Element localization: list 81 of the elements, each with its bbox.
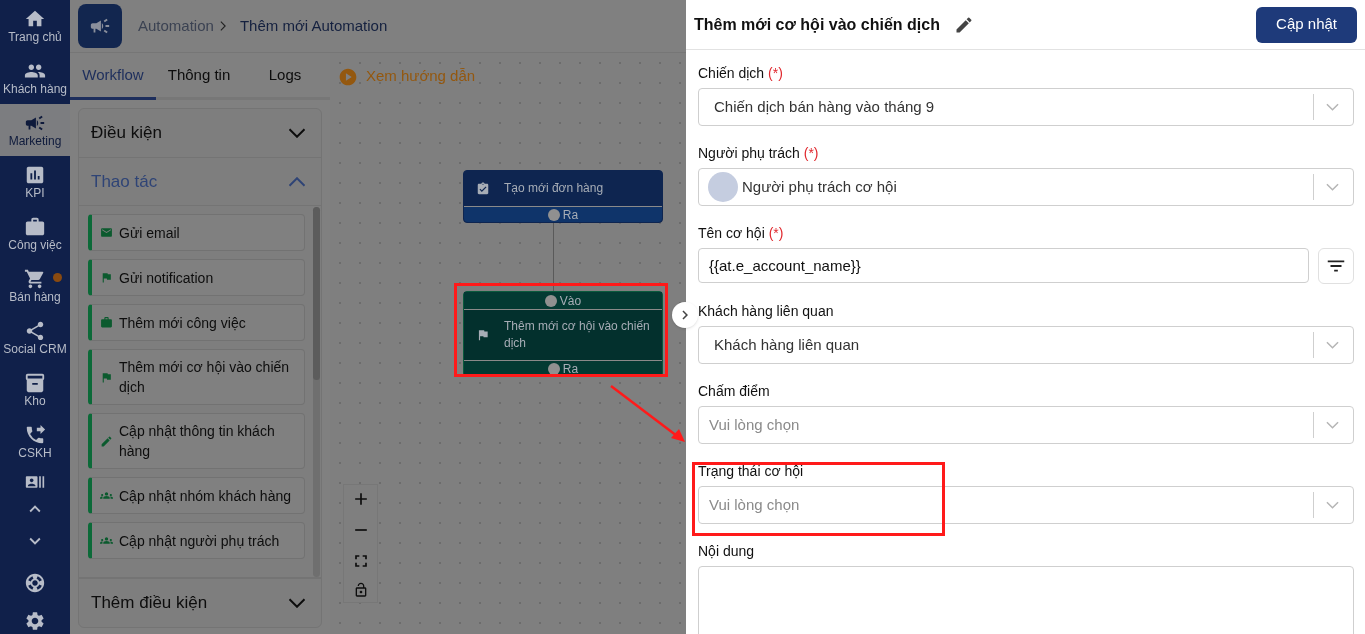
clipboard-check-icon bbox=[476, 181, 490, 196]
mail-icon bbox=[100, 226, 113, 239]
tab[interactable]: Workflow bbox=[70, 53, 156, 100]
tab[interactable]: Thông tin bbox=[156, 53, 242, 100]
select-field[interactable]: Chiến dịch bán hàng vào tháng 9 bbox=[698, 88, 1354, 127]
flag-icon bbox=[476, 328, 490, 342]
field-label: Người phụ trách (*) bbox=[698, 144, 819, 163]
select-field[interactable]: Khách hàng liên quan bbox=[698, 326, 1354, 365]
text-field[interactable]: {{at.e_account_name}} bbox=[698, 248, 1309, 284]
node-title: Thêm mới cơ hội vào chiến dịch bbox=[504, 318, 650, 352]
share-icon bbox=[24, 320, 46, 342]
sidebar-item[interactable]: Trang chủ bbox=[0, 0, 70, 52]
people-icon bbox=[100, 534, 113, 547]
chevron-down-icon bbox=[1326, 421, 1339, 430]
accordion-header[interactable]: Thêm điều kiện bbox=[79, 579, 321, 627]
port-label: Vào bbox=[559, 292, 582, 310]
sidebar-item[interactable]: Khách hàng bbox=[0, 52, 70, 104]
play-icon bbox=[338, 66, 358, 87]
select-field[interactable]: Vui lòng chọn bbox=[698, 406, 1354, 445]
sidebar-item[interactable]: KPI bbox=[0, 156, 70, 208]
action-item[interactable]: Thêm mới cơ hội vào chiến dịch bbox=[88, 349, 305, 405]
field-label: Khách hàng liên quan bbox=[698, 302, 834, 321]
tab[interactable]: Logs bbox=[242, 53, 328, 100]
chevron-down-icon bbox=[288, 128, 306, 138]
select-field[interactable]: Người phụ trách cơ hội bbox=[698, 168, 1354, 207]
field-label: Chiến dịch (*) bbox=[698, 64, 783, 83]
scrollbar[interactable] bbox=[313, 207, 320, 577]
field-label: Nội dung bbox=[698, 542, 755, 561]
cart-icon bbox=[24, 268, 46, 290]
stack-icon bbox=[24, 372, 46, 394]
field-label: Chấm điểm bbox=[698, 382, 770, 401]
update-button[interactable]: Cập nhật bbox=[1256, 6, 1357, 43]
breadcrumb-item[interactable]: Automation bbox=[138, 14, 214, 38]
phone-icon bbox=[24, 424, 46, 446]
bar-chart-icon bbox=[24, 164, 46, 186]
node-title: Tạo mới đơn hàng bbox=[504, 180, 604, 197]
briefcase-icon bbox=[24, 216, 46, 238]
chevron-up-icon bbox=[288, 176, 306, 187]
input-port[interactable] bbox=[544, 294, 557, 307]
chevron-down-icon bbox=[1326, 341, 1339, 350]
output-port[interactable] bbox=[547, 362, 560, 375]
textarea-field[interactable] bbox=[698, 566, 1354, 634]
sidebar-item[interactable]: Công việc bbox=[0, 208, 70, 260]
pencil-icon bbox=[100, 434, 113, 448]
filter-button[interactable] bbox=[1318, 248, 1354, 285]
chevron-down-icon bbox=[1326, 183, 1339, 192]
action-item[interactable]: Cập nhật thông tin khách hàng bbox=[88, 413, 305, 469]
briefcase-icon bbox=[100, 316, 113, 329]
action-item[interactable]: Thêm mới công việc bbox=[88, 304, 305, 341]
sidebar-item[interactable]: Marketing bbox=[0, 104, 70, 156]
field-label: Tên cơ hội (*) bbox=[698, 224, 784, 243]
chevron-down-icon bbox=[1326, 103, 1339, 112]
field-label: Trạng thái cơ hội bbox=[698, 462, 804, 481]
breadcrumb-item: Thêm mới Automation bbox=[239, 15, 388, 36]
sidebar-item[interactable]: CSKH bbox=[0, 416, 70, 468]
chevron-right-icon bbox=[219, 21, 226, 31]
port-label: Ra bbox=[562, 360, 579, 378]
select-field[interactable]: Vui lòng chọn bbox=[698, 486, 1354, 525]
action-item[interactable]: Cập nhật người phụ trách bbox=[88, 522, 305, 559]
action-item[interactable]: Gửi notification bbox=[88, 259, 305, 296]
chevron-down-icon bbox=[1326, 501, 1339, 510]
flag-icon bbox=[100, 271, 113, 284]
chevron-down-icon bbox=[288, 598, 306, 608]
collapse-button[interactable] bbox=[672, 302, 698, 328]
sidebar-item[interactable]: Kho bbox=[0, 364, 70, 416]
sidebar-item[interactable]: Bán hàng bbox=[0, 260, 70, 312]
action-item[interactable]: Gửi email bbox=[88, 214, 305, 251]
lifebuoy-icon[interactable] bbox=[24, 572, 46, 594]
flag-icon bbox=[100, 370, 113, 384]
people-icon bbox=[100, 489, 113, 502]
workflow-node[interactable]: Vào Thêm mới cơ hội vào chiến dịch Ra bbox=[463, 291, 663, 377]
output-port[interactable] bbox=[547, 208, 560, 221]
action-item[interactable]: Cập nhật nhóm khách hàng bbox=[88, 477, 305, 514]
drawer-title: Thêm mới cơ hội vào chiến dịch bbox=[694, 14, 940, 35]
connector-line bbox=[553, 223, 554, 291]
avatar-placeholder bbox=[708, 172, 738, 203]
port-label: Ra bbox=[562, 206, 579, 224]
sidebar-item[interactable]: Social CRM bbox=[0, 312, 70, 364]
accordion-header[interactable]: Điều kiện bbox=[79, 109, 321, 157]
settings-icon[interactable] bbox=[24, 610, 46, 632]
workflow-node[interactable]: Tạo mới đơn hàng Ra bbox=[463, 170, 663, 223]
